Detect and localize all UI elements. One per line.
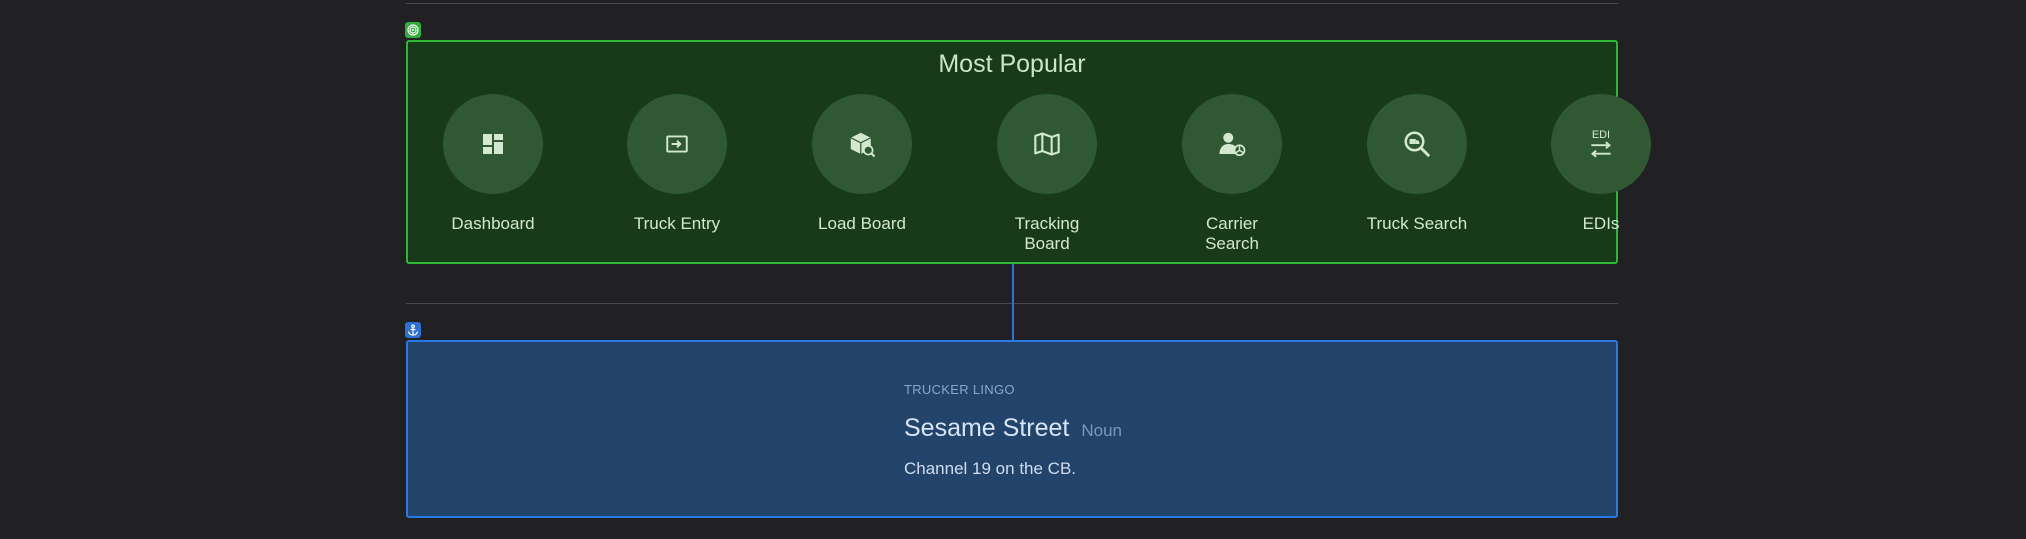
edi-icon: EDI (1551, 94, 1651, 194)
dashboard-icon (443, 94, 543, 194)
lingo-definition: Channel 19 on the CB. (904, 459, 1077, 478)
tile-label: EDIs (1582, 214, 1620, 233)
tile-label: Truck Entry (633, 214, 721, 233)
map-icon (997, 94, 1097, 194)
tile-truck-entry[interactable]: Truck Entry (592, 94, 762, 234)
tile-edis[interactable]: EDI EDIs (1516, 94, 1686, 234)
target-icon[interactable] (405, 22, 421, 38)
carrier-search-icon (1182, 94, 1282, 194)
trucker-lingo-panel: TRUCKER LINGO Sesame Street Noun Channel… (406, 340, 1618, 518)
tile-label: Carrier Search (1205, 214, 1259, 253)
most-popular-title: Most Popular (938, 50, 1086, 78)
truck-entry-icon (627, 94, 727, 194)
truck-search-icon (1367, 94, 1467, 194)
lingo-term: Sesame Street Noun (904, 414, 1122, 443)
anchor-icon[interactable] (405, 322, 421, 338)
tile-load-board[interactable]: Load Board (777, 94, 947, 234)
panel-connector-line (1012, 264, 1014, 341)
tile-dashboard[interactable]: Dashboard (408, 94, 578, 234)
svg-text:EDI: EDI (1592, 129, 1610, 141)
tile-tracking-board[interactable]: Tracking Board (962, 94, 1132, 254)
most-popular-panel: Most Popular Dashboard Truck Entry Load … (406, 40, 1651, 264)
lingo-part-of-speech: Noun (1081, 421, 1122, 440)
tile-label: Load Board (818, 214, 906, 233)
tile-carrier-search[interactable]: Carrier Search (1147, 94, 1317, 254)
tile-label: Tracking Board (1014, 214, 1080, 253)
load-board-icon (812, 94, 912, 194)
tile-label: Truck Search (1366, 214, 1468, 233)
lingo-kicker: TRUCKER LINGO (904, 382, 1015, 397)
tile-truck-search[interactable]: Truck Search (1332, 94, 1502, 234)
lingo-word: Sesame Street (904, 414, 1070, 442)
tile-label: Dashboard (451, 214, 535, 233)
top-divider (406, 3, 1618, 4)
